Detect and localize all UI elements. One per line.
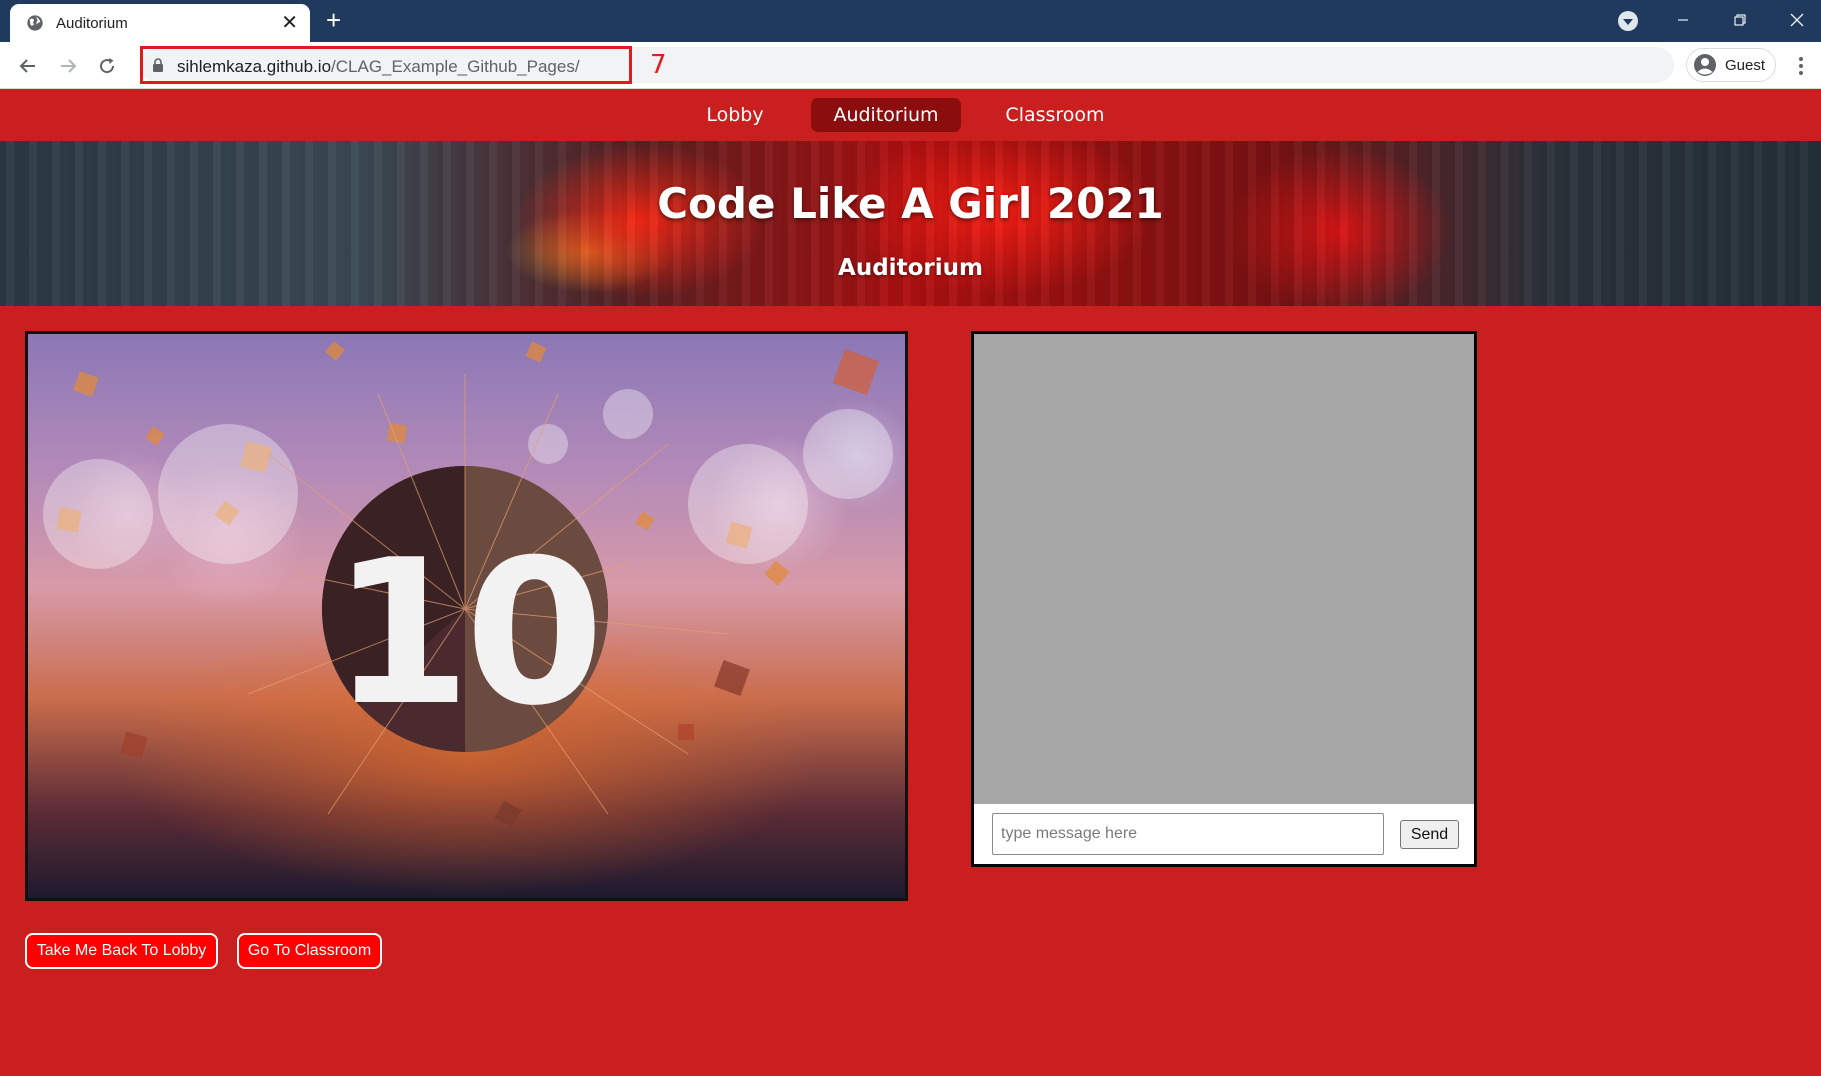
countdown-graphic: 10 <box>43 341 893 828</box>
more-vert-icon[interactable] <box>1791 54 1811 78</box>
site-nav: Lobby Auditorium Classroom <box>0 89 1821 141</box>
forward-arrow-icon[interactable] <box>54 52 82 80</box>
nav-auditorium[interactable]: Auditorium <box>811 98 961 132</box>
back-arrow-icon[interactable] <box>14 52 42 80</box>
countdown-number: 10 <box>332 517 598 750</box>
url-text[interactable]: sihlemkaza.github.io/CLAG_Example_Github… <box>177 57 580 77</box>
reload-icon[interactable] <box>93 52 121 80</box>
profile-label: Guest <box>1725 56 1766 74</box>
url-host: sihlemkaza.github.io <box>177 57 332 76</box>
send-button[interactable]: Send <box>1400 820 1459 849</box>
restore-icon[interactable] <box>1728 8 1752 32</box>
globe-icon <box>27 15 43 31</box>
back-to-lobby-button[interactable]: Take Me Back To Lobby <box>25 933 218 969</box>
close-icon[interactable]: ✕ <box>281 13 298 33</box>
browser-tab[interactable]: Auditorium ✕ <box>10 4 310 42</box>
chat-composer: Send <box>974 804 1474 864</box>
browser-toolbar: sihlemkaza.github.io/CLAG_Example_Github… <box>0 42 1821 89</box>
page-subtitle: Auditorium <box>838 255 983 281</box>
nav-lobby[interactable]: Lobby <box>696 98 774 132</box>
url-path: /CLAG_Example_Github_Pages/ <box>331 57 580 76</box>
chat-panel: Send <box>971 331 1477 867</box>
chat-message-input[interactable] <box>992 813 1384 855</box>
nav-classroom[interactable]: Classroom <box>998 98 1112 132</box>
hero-banner: Code Like A Girl 2021 Auditorium <box>0 141 1821 306</box>
account-icon <box>1694 54 1716 76</box>
page-title: Code Like A Girl 2021 <box>657 179 1164 228</box>
minimize-icon[interactable] <box>1671 8 1695 32</box>
browser-tabstrip: Auditorium ✕ + <box>0 0 1821 42</box>
tab-title: Auditorium <box>56 14 128 32</box>
tab-search-icon[interactable] <box>1618 11 1638 31</box>
countdown-video[interactable]: 10 <box>25 331 908 901</box>
profile-button[interactable]: Guest <box>1686 48 1776 82</box>
go-to-classroom-button[interactable]: Go To Classroom <box>237 933 382 969</box>
new-tab-button[interactable]: + <box>326 7 341 33</box>
lock-icon <box>153 58 163 72</box>
window-close-icon[interactable] <box>1785 8 1809 32</box>
annotation-number: 7 <box>650 50 667 80</box>
